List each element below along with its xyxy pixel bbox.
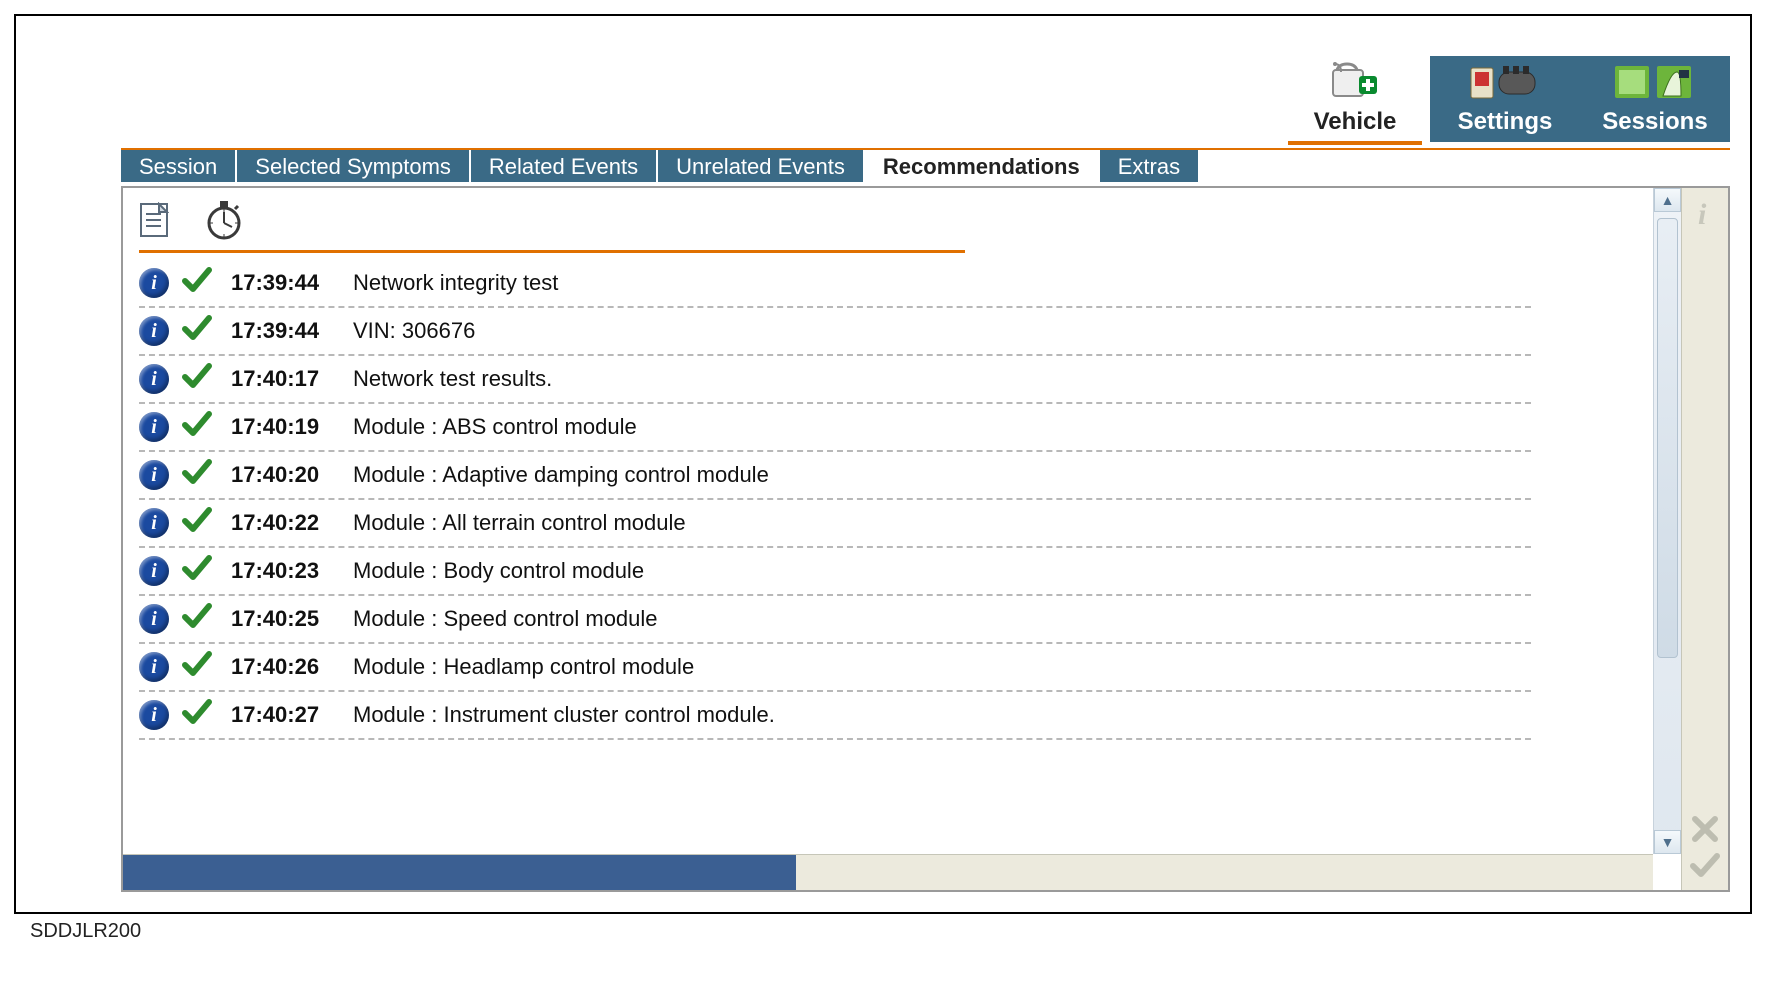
list-header <box>123 188 1681 248</box>
event-row[interactable]: i 17:40:17 Network test results. <box>139 356 1531 404</box>
tab-recommendations[interactable]: Recommendations <box>865 150 1100 182</box>
info-icon[interactable]: i <box>139 652 169 682</box>
app-frame: Vehicle Settings <box>14 14 1752 914</box>
tab-session[interactable]: Session <box>121 150 237 182</box>
figure-caption: SDDJLR200 <box>30 920 141 943</box>
info-icon[interactable]: i <box>139 268 169 298</box>
topnav-vehicle[interactable]: Vehicle <box>1280 56 1430 142</box>
tab-unrelated-events[interactable]: Unrelated Events <box>658 150 865 182</box>
event-row[interactable]: i 17:40:19 Module : ABS control module <box>139 404 1531 452</box>
check-icon <box>181 505 213 541</box>
event-time: 17:40:17 <box>231 366 341 392</box>
topnav-label: Sessions <box>1602 108 1707 135</box>
event-time: 17:40:19 <box>231 414 341 440</box>
event-time: 17:40:25 <box>231 606 341 632</box>
tab-extras[interactable]: Extras <box>1100 150 1200 182</box>
info-icon[interactable]: i <box>139 508 169 538</box>
vertical-scrollbar[interactable]: ▲ ▼ <box>1653 188 1681 854</box>
event-rows: i 17:39:44 Network integrity test i 17:39:44… <box>139 260 1531 850</box>
check-icon <box>181 553 213 589</box>
event-row[interactable]: i 17:40:27 Module : Instrument cluster con… <box>139 692 1531 740</box>
topnav-label: Vehicle <box>1314 108 1397 135</box>
settings-icon <box>1469 62 1541 109</box>
event-description: Module : Speed control module <box>353 606 1531 632</box>
tab-strip: Session Selected Symptoms Related Events… <box>121 148 1730 182</box>
info-icon[interactable]: i <box>139 604 169 634</box>
event-row[interactable]: i 17:40:23 Module : Body control module <box>139 548 1531 596</box>
info-icon[interactable]: i <box>139 412 169 442</box>
event-description: Network test results. <box>353 366 1531 392</box>
scroll-thumb[interactable] <box>1657 218 1678 658</box>
event-row[interactable]: i 17:40:20 Module : Adaptive damping contr… <box>139 452 1531 500</box>
check-icon <box>181 649 213 685</box>
svg-text:i: i <box>1698 198 1707 231</box>
event-row[interactable]: i 17:40:22 Module : All terrain control mo… <box>139 500 1531 548</box>
event-row[interactable]: i 17:40:25 Module : Speed control module <box>139 596 1531 644</box>
document-icon[interactable] <box>139 202 169 243</box>
cancel-disabled-icon <box>1690 814 1720 844</box>
event-time: 17:40:26 <box>231 654 341 680</box>
action-rail: i <box>1682 188 1728 890</box>
info-icon[interactable]: i <box>139 316 169 346</box>
check-icon <box>181 457 213 493</box>
check-icon <box>181 265 213 301</box>
vehicle-diagnostic-icon <box>1331 62 1379 109</box>
header-divider <box>139 250 965 253</box>
event-row[interactable]: i 17:39:44 Network integrity test <box>139 260 1531 308</box>
tab-related-events[interactable]: Related Events <box>471 150 658 182</box>
scroll-up-icon[interactable]: ▲ <box>1654 188 1681 212</box>
scroll-down-icon[interactable]: ▼ <box>1654 830 1681 854</box>
event-list-area: i 17:39:44 Network integrity test i 17:39:44… <box>123 188 1682 890</box>
info-icon[interactable]: i <box>139 460 169 490</box>
event-description: Network integrity test <box>353 270 1531 296</box>
info-icon[interactable]: i <box>139 364 169 394</box>
event-description: Module : Headlamp control module <box>353 654 1531 680</box>
event-description: Module : All terrain control module <box>353 510 1531 536</box>
topnav-sessions[interactable]: Sessions <box>1580 56 1730 142</box>
event-row[interactable]: i 17:39:44 VIN: 306676 <box>139 308 1531 356</box>
horizontal-scrollbar[interactable] <box>123 854 1653 890</box>
check-icon <box>181 697 213 733</box>
event-time: 17:39:44 <box>231 270 341 296</box>
event-description: VIN: 306676 <box>353 318 1531 344</box>
event-description: Module : Body control module <box>353 558 1531 584</box>
confirm-disabled-icon <box>1689 850 1721 880</box>
check-icon <box>181 361 213 397</box>
event-row[interactable]: i 17:40:26 Module : Headlamp control modul… <box>139 644 1531 692</box>
topnav-label: Settings <box>1458 108 1553 135</box>
hscroll-fill[interactable] <box>123 855 796 890</box>
event-description: Module : ABS control module <box>353 414 1531 440</box>
event-description: Module : Instrument cluster control modu… <box>353 702 1531 728</box>
check-icon <box>181 313 213 349</box>
event-time: 17:40:23 <box>231 558 341 584</box>
tab-spacer <box>1200 150 1730 182</box>
check-icon <box>181 409 213 445</box>
info-icon[interactable]: i <box>139 700 169 730</box>
tab-selected-symptoms[interactable]: Selected Symptoms <box>237 150 471 182</box>
event-time: 17:40:20 <box>231 462 341 488</box>
sessions-icon <box>1613 62 1697 109</box>
event-description: Module : Adaptive damping control module <box>353 462 1531 488</box>
topnav-settings[interactable]: Settings <box>1430 56 1580 142</box>
info-disabled-icon: i <box>1690 198 1720 232</box>
event-time: 17:40:27 <box>231 702 341 728</box>
check-icon <box>181 601 213 637</box>
stopwatch-icon[interactable] <box>205 199 243 246</box>
event-time: 17:39:44 <box>231 318 341 344</box>
top-nav: Vehicle Settings <box>1280 56 1730 142</box>
info-icon[interactable]: i <box>139 556 169 586</box>
event-time: 17:40:22 <box>231 510 341 536</box>
recommendations-panel: i 17:39:44 Network integrity test i 17:39:44… <box>121 186 1730 892</box>
